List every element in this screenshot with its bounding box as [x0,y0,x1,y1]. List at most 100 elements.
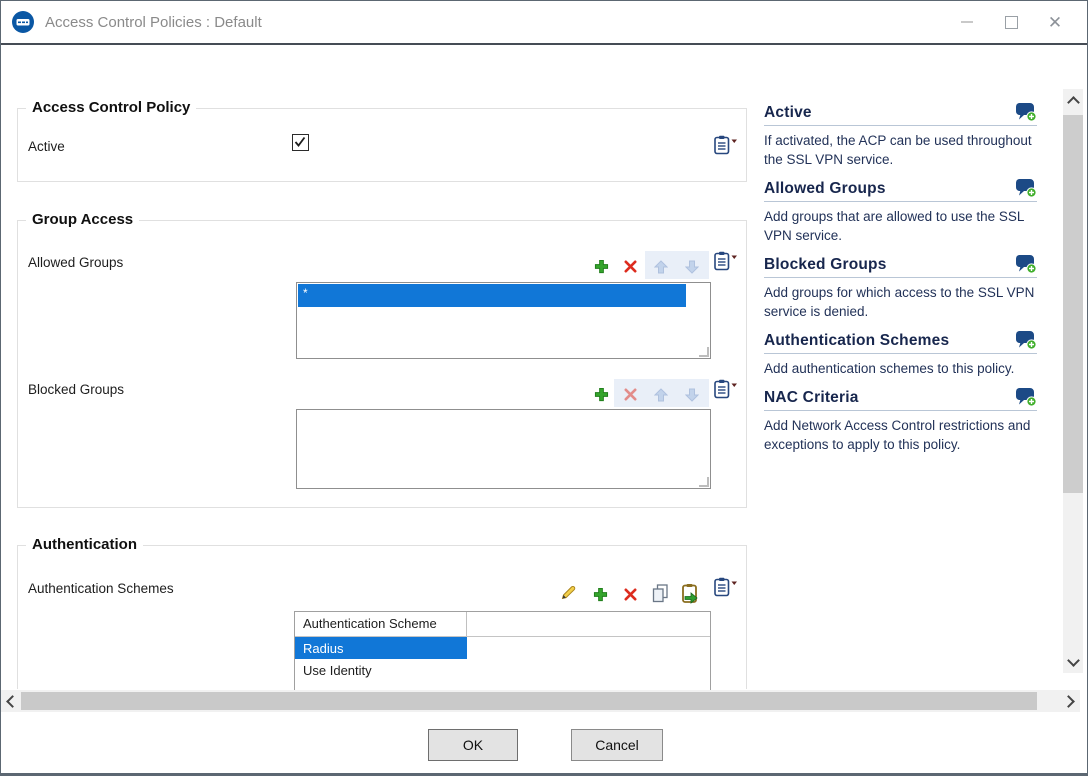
checkmark-icon [294,136,306,148]
maximize-icon [1005,16,1018,29]
section-access-control-policy: Access Control Policy [17,108,747,182]
allowed-move-down-button[interactable] [683,258,701,276]
title-bar: Access Control Policies : Default ✕ [1,1,1087,45]
section-title: Access Control Policy [26,99,196,116]
chevron-down-icon [1067,654,1080,667]
table-cell[interactable]: Radius [295,637,467,659]
menu-dropdown-icon [714,135,738,155]
help-entry-text: Add Network Access Control restrictions … [764,416,1037,454]
scheme-copy-button[interactable] [650,583,670,603]
vertical-scroll-thumb[interactable] [1063,115,1083,493]
allowed-listbox-resize-grip[interactable] [699,347,709,357]
help-entry-title: Blocked Groups [764,256,887,274]
scheme-import-button[interactable] [679,582,701,604]
chevron-up-icon [1067,96,1080,109]
help-bubble-icon [1015,254,1037,274]
active-label: Active [28,139,65,154]
table-row[interactable]: Use Identity [295,659,710,681]
help-entry-header: NAC Criteria [764,387,1037,407]
table-row[interactable]: Radius [295,637,710,659]
active-menu-button[interactable] [713,135,739,155]
table-header-row: Authentication Scheme [295,612,710,637]
scroll-left-button[interactable] [1,690,19,712]
minimize-button[interactable] [945,7,989,37]
blocked-groups-listbox[interactable] [296,409,711,489]
help-divider [764,410,1037,411]
blocked-move-down-button[interactable] [683,386,701,404]
scheme-add-button[interactable] [591,585,609,603]
active-checkbox[interactable] [292,134,309,151]
delete-icon [623,259,638,274]
delete-icon [623,387,638,402]
menu-dropdown-icon [714,577,738,597]
move-up-icon [654,260,668,274]
allowed-menu-button[interactable] [713,251,739,271]
blocked-add-button[interactable] [592,385,610,403]
help-entry-header: Active [764,102,1037,122]
close-icon: ✕ [1048,14,1062,31]
move-down-icon [685,388,699,402]
horizontal-scroll-thumb[interactable] [21,692,1037,710]
scroll-right-button[interactable] [1062,690,1080,712]
blocked-delete-button[interactable] [621,385,639,403]
help-entry-title: NAC Criteria [764,389,859,407]
allowed-group-item-selected[interactable]: * [298,284,686,307]
menu-dropdown-icon [714,379,738,399]
help-bubble-icon [1015,178,1037,198]
scheme-edit-button[interactable] [557,583,577,603]
maximize-button[interactable] [989,7,1033,37]
authentication-schemes-label: Authentication Schemes [28,581,174,596]
chevron-right-icon [1062,695,1075,708]
allowed-groups-label: Allowed Groups [28,255,123,270]
help-divider [764,353,1037,354]
scheme-delete-button[interactable] [621,585,639,603]
close-button[interactable]: ✕ [1033,7,1077,37]
horizontal-scrollbar[interactable] [1,690,1080,712]
edit-icon [558,584,577,603]
table-column-header[interactable]: Authentication Scheme [295,612,467,636]
blocked-menu-button[interactable] [713,379,739,399]
help-entry-text: If activated, the ACP can be used throug… [764,131,1037,169]
delete-icon [623,587,638,602]
help-entry-header: Blocked Groups [764,254,1037,274]
help-bubble-icon [1015,330,1037,350]
section-title: Group Access [26,211,139,228]
table-cell[interactable]: Use Identity [295,659,467,681]
help-entry-header: Allowed Groups [764,178,1037,198]
ok-button[interactable]: OK [428,729,518,761]
authentication-schemes-table[interactable]: Authentication Scheme Radius Use Identit… [294,611,711,690]
import-icon [680,583,700,604]
help-divider [764,277,1037,278]
help-divider [764,201,1037,202]
help-bubble-icon [1015,102,1037,122]
cancel-button[interactable]: Cancel [571,729,663,761]
blocked-listbox-resize-grip[interactable] [699,477,709,487]
allowed-delete-button[interactable] [621,257,639,275]
app-icon [11,10,35,34]
copy-icon [651,584,669,603]
minimize-icon [961,21,973,23]
help-divider [764,125,1037,126]
blocked-move-up-button[interactable] [652,386,670,404]
add-icon [594,387,609,402]
chevron-left-icon [6,695,19,708]
move-up-icon [654,388,668,402]
help-entry-header: Authentication Schemes [764,330,1037,350]
help-entry-text: Add groups for which access to the SSL V… [764,283,1037,321]
section-title: Authentication [26,536,143,553]
scroll-down-button[interactable] [1063,651,1083,673]
help-entry-title: Authentication Schemes [764,332,949,350]
move-down-icon [685,260,699,274]
allowed-add-button[interactable] [592,257,610,275]
help-entry-text: Add authentication schemes to this polic… [764,359,1037,378]
vertical-scrollbar[interactable] [1063,89,1083,673]
add-icon [593,587,608,602]
scheme-menu-button[interactable] [713,577,739,597]
help-entry-title: Allowed Groups [764,180,886,198]
help-bubble-icon [1015,387,1037,407]
allowed-move-up-button[interactable] [652,258,670,276]
menu-dropdown-icon [714,251,738,271]
scroll-up-button[interactable] [1063,89,1083,111]
allowed-groups-listbox[interactable]: * [296,282,711,359]
help-entry-title: Active [764,104,812,122]
